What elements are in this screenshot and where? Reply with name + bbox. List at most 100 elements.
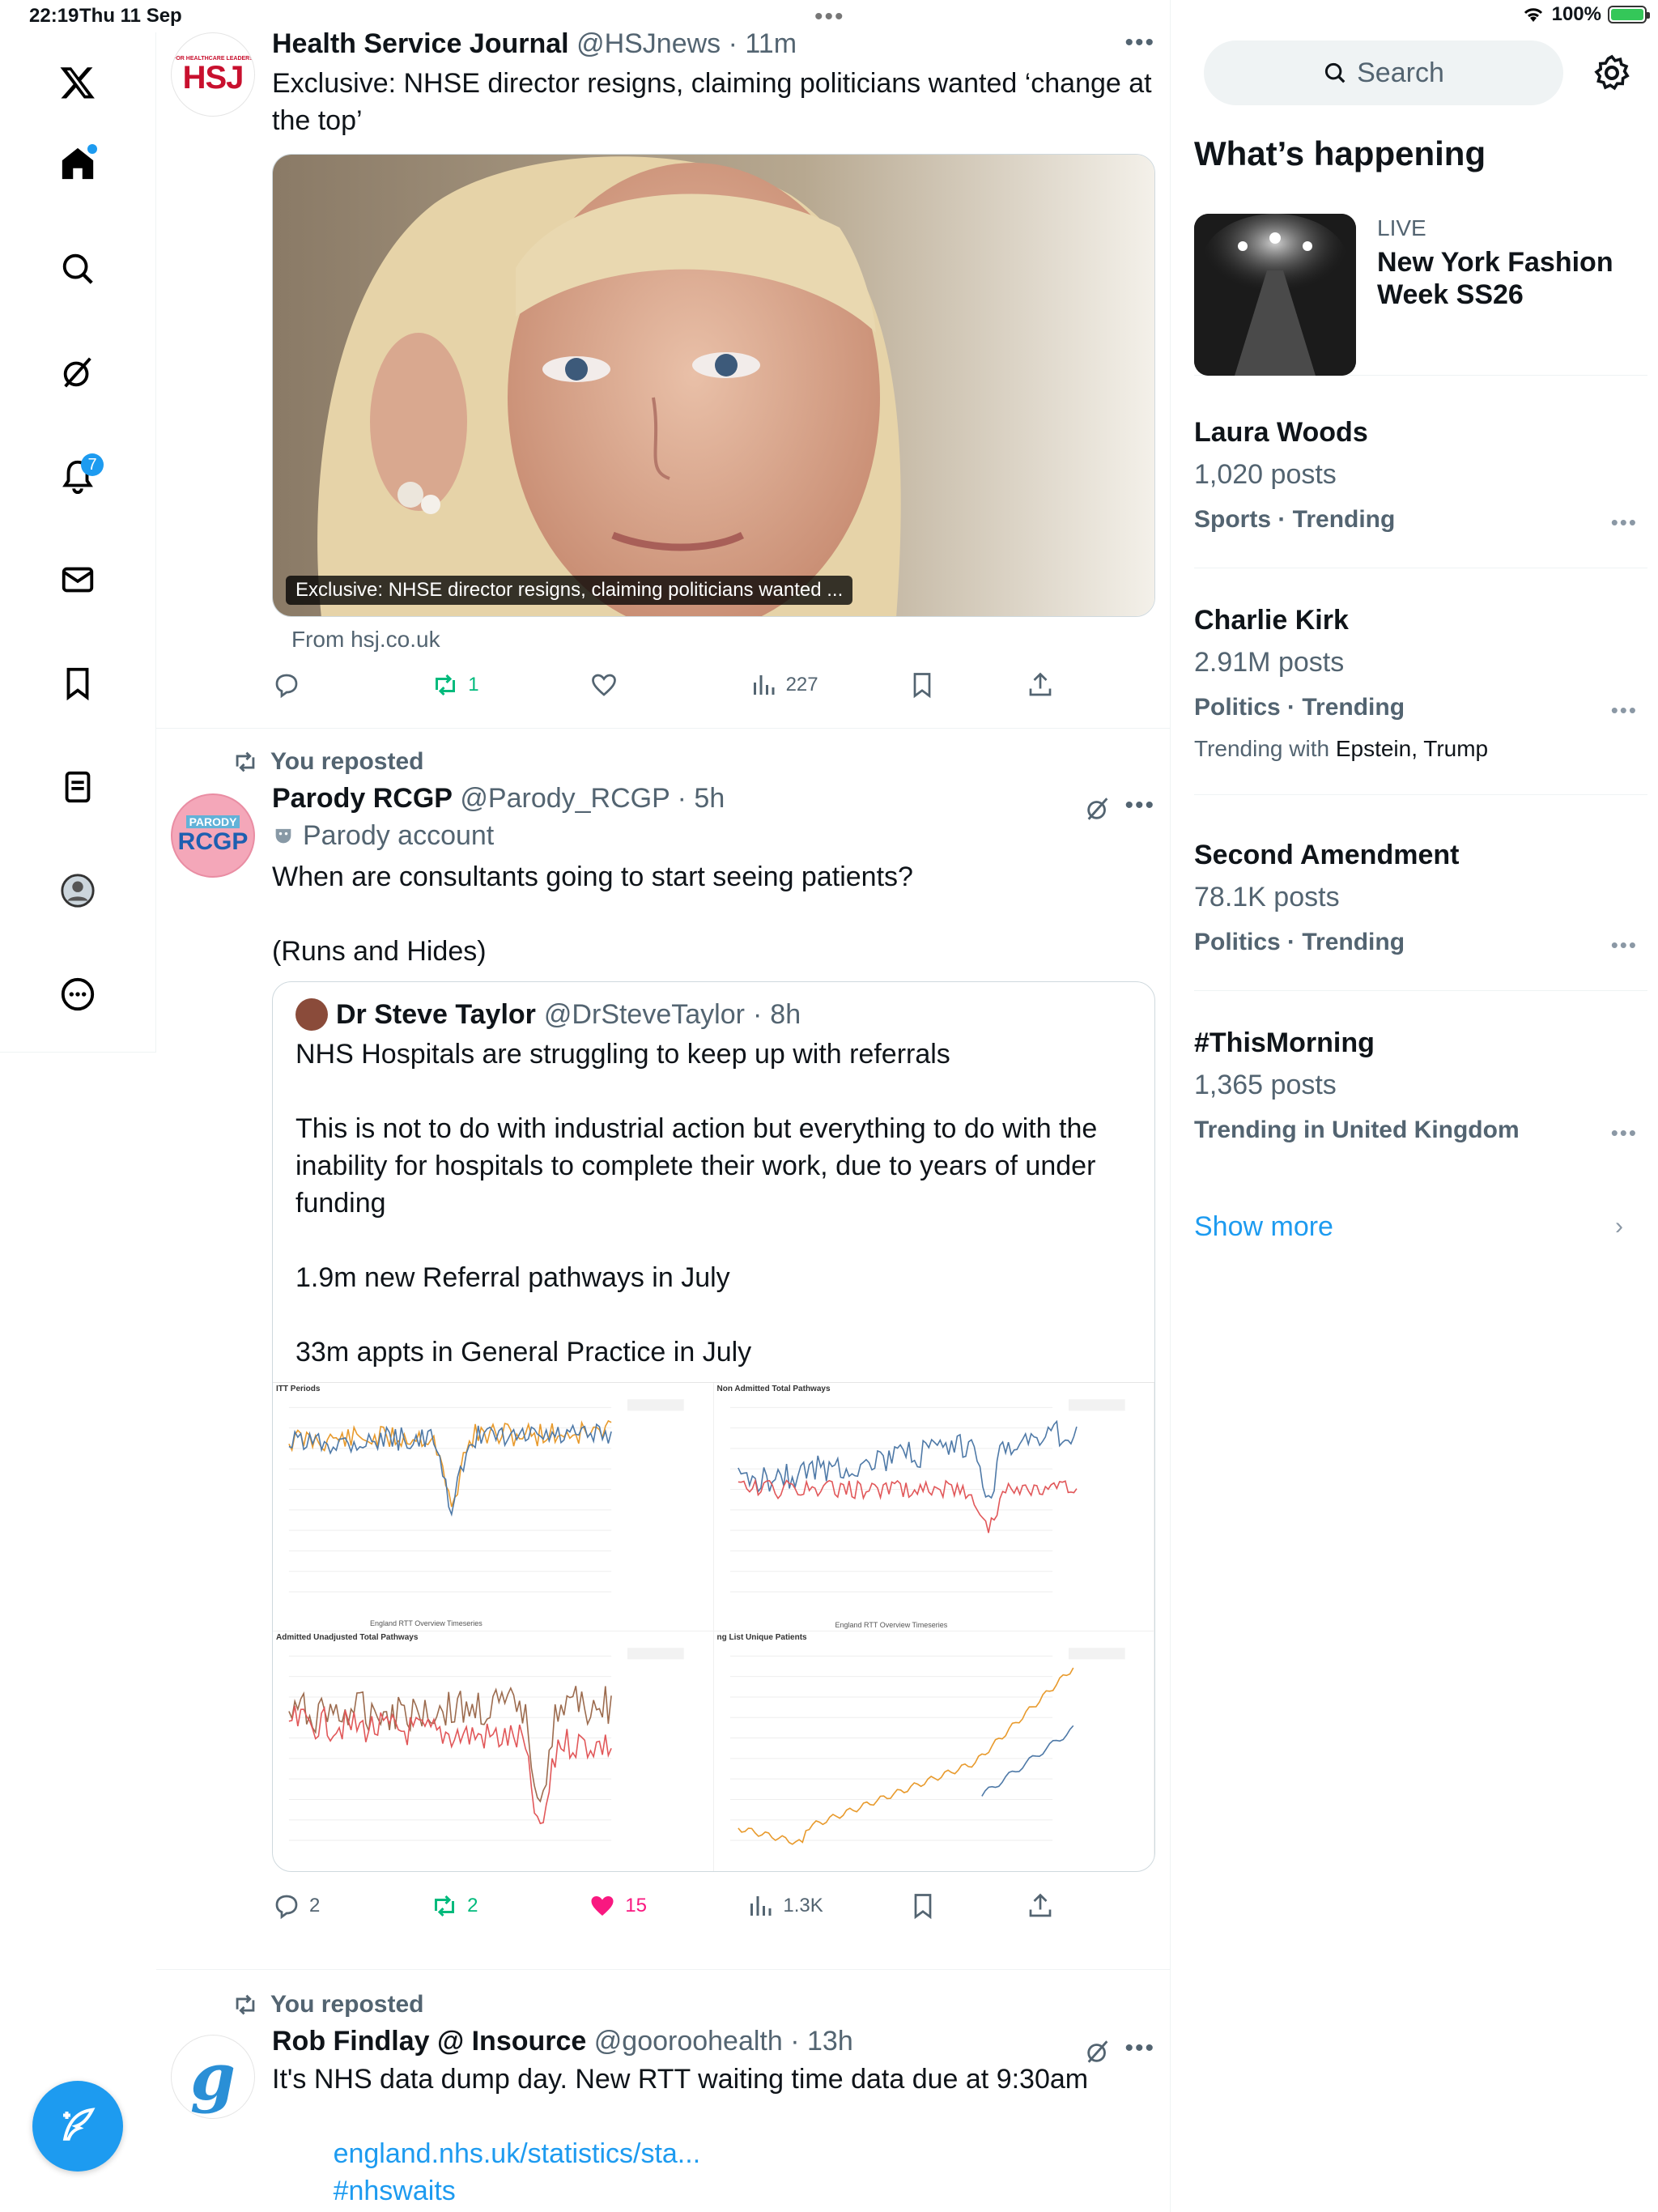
trend-more-icon[interactable]: ••• — [1611, 933, 1638, 958]
bookmark-button[interactable] — [908, 670, 940, 700]
trend-post-count: 78.1K posts — [1194, 882, 1340, 912]
chart-non-admitted: Non Admitted Total Pathways England RTT … — [713, 1383, 1154, 1631]
search-icon — [1325, 62, 1346, 83]
author-handle[interactable]: @Parody_RCGP — [460, 783, 670, 814]
quote-author-avatar — [295, 998, 328, 1031]
trend-category: Trending in United Kingdom — [1194, 1117, 1520, 1143]
repost-icon — [236, 1994, 255, 2015]
author-handle[interactable]: @HSJnews — [576, 28, 721, 59]
share-button[interactable] — [1026, 670, 1058, 700]
quote-chart-images[interactable]: ITT Periods England RTT Overview Timeser… — [273, 1382, 1154, 1871]
repost-button[interactable]: 1 — [431, 670, 504, 700]
more-options-icon[interactable]: ••• — [1124, 792, 1155, 819]
trend-name: #ThisMorning — [1194, 1027, 1375, 1058]
whats-happening-heading: What’s happening — [1194, 134, 1486, 172]
repost-button[interactable]: 2 — [430, 1891, 503, 1921]
chart-rtt-periods: ITT Periods England RTT Overview Timeser… — [273, 1383, 714, 1631]
author-handle[interactable]: @gooroohealth — [594, 2026, 783, 2057]
show-more-link[interactable]: Show more — [1194, 1211, 1333, 1243]
chart-title: ng List Unique Patients — [716, 1632, 807, 1642]
compose-feather-icon — [62, 2108, 96, 2141]
right-sidebar: Search What’s happening LIVE New York Fa… — [1171, 32, 1658, 2212]
trend-more-icon[interactable]: ••• — [1611, 698, 1638, 723]
messages-envelope-icon[interactable] — [52, 554, 104, 606]
author-name[interactable]: Health Service Journal — [272, 28, 569, 59]
avatar-hsj[interactable]: FOR HEALTHCARE LEADERS HSJ — [171, 32, 255, 117]
reply-button[interactable] — [272, 670, 345, 700]
trend-category: Politics · Trending — [1194, 929, 1405, 955]
trend-name: Charlie Kirk — [1194, 605, 1349, 636]
trending-with-terms[interactable]: Epstein, Trump — [1336, 736, 1488, 761]
post-time[interactable]: 11m — [745, 28, 797, 59]
explore-search-icon[interactable] — [52, 243, 104, 295]
trend-category: Sports · Trending — [1194, 506, 1396, 533]
chart-footer: England RTT Overview Timeseries — [370, 1619, 483, 1627]
tweet[interactable]: You reposted PARODY RCGP ••• Parody RCGP… — [156, 729, 1170, 1970]
bookmark-button[interactable] — [908, 1891, 941, 1921]
reply-button[interactable]: 2 — [272, 1891, 345, 1921]
tweet[interactable]: You reposted g ••• Rob Findlay @ Insourc… — [156, 1970, 1170, 2212]
trend-more-icon[interactable]: ••• — [1611, 1121, 1638, 1146]
trend-more-icon[interactable]: ••• — [1611, 510, 1638, 535]
quote-author-name: Dr Steve Taylor — [336, 998, 536, 1030]
trend-name: Laura Woods — [1194, 417, 1368, 448]
trend-item[interactable]: Second Amendment 78.1K posts Politics · … — [1194, 836, 1647, 991]
trend-post-count: 1,365 posts — [1194, 1070, 1337, 1100]
tweet-link[interactable]: england.nhs.uk/statistics/sta... — [334, 2138, 701, 2169]
quoted-tweet[interactable]: Dr Steve Taylor @DrSteveTaylor · 8h NHS Ho… — [272, 981, 1155, 1872]
trend-live-event[interactable]: LIVE New York Fashion Week SS26 — [1194, 214, 1647, 376]
avatar-parody-rcgp[interactable]: PARODY RCGP — [171, 793, 255, 878]
share-button[interactable] — [1026, 1891, 1058, 1921]
hashtag-link[interactable]: #nhswaits — [334, 2176, 456, 2206]
x-logo-icon[interactable] — [52, 57, 104, 108]
author-name[interactable]: Rob Findlay @ Insource — [272, 2026, 586, 2057]
lists-icon[interactable] — [52, 761, 104, 813]
trend-item[interactable]: Charlie Kirk 2.91M posts Politics · Tren… — [1194, 601, 1647, 795]
theater-mask-icon — [275, 828, 291, 844]
search-placeholder: Search — [1357, 57, 1444, 88]
search-bar[interactable]: Search — [1204, 40, 1563, 105]
home-icon[interactable] — [52, 138, 104, 189]
views-button[interactable]: 227 — [749, 670, 822, 700]
reply-icon — [275, 1895, 298, 1920]
link-card-image[interactable]: Exclusive: NHSE director resigns, claimi… — [272, 154, 1155, 617]
post-time[interactable]: 13h — [807, 2026, 853, 2057]
grok-explain-icon[interactable] — [1084, 795, 1112, 827]
card-caption: Exclusive: NHSE director resigns, claimi… — [286, 576, 853, 605]
timeline-feed: FOR HEALTHCARE LEADERS HSJ ••• Health Se… — [156, 0, 1171, 2212]
tweet[interactable]: FOR HEALTHCARE LEADERS HSJ ••• Health Se… — [156, 0, 1170, 729]
like-button[interactable]: 15 — [588, 1891, 661, 1921]
chart-title: ITT Periods — [276, 1385, 321, 1393]
notifications-bell-icon[interactable]: 7 — [52, 450, 104, 502]
chart-footer: England RTT Overview Timeseries — [835, 1620, 948, 1629]
repost-icon — [236, 751, 255, 772]
quote-text: NHS Hospitals are struggling to keep up … — [295, 1039, 1098, 1368]
left-navigation: 7 — [0, 32, 156, 1053]
grok-icon[interactable] — [52, 347, 104, 398]
trend-item[interactable]: #ThisMorning 1,365 posts Trending in Uni… — [1194, 1023, 1647, 1169]
reply-icon — [275, 674, 298, 699]
more-options-icon[interactable]: ••• — [1124, 2035, 1155, 2062]
bookmark-icon — [913, 673, 931, 699]
post-time[interactable]: 5h — [694, 783, 725, 814]
author-name[interactable]: Parody RCGP — [272, 783, 453, 814]
profile-avatar-icon[interactable] — [52, 865, 104, 917]
avatar-logo-text: HSJ — [182, 59, 244, 96]
bookmarks-icon[interactable] — [52, 657, 104, 709]
repost-count: 2 — [467, 1895, 478, 1916]
compose-post-button[interactable] — [32, 2081, 123, 2172]
views-button[interactable]: 1.3K — [746, 1891, 823, 1921]
card-source[interactable]: From hsj.co.uk — [291, 627, 1155, 653]
grok-explain-icon[interactable] — [1084, 2038, 1112, 2069]
live-label: LIVE — [1377, 215, 1426, 240]
more-options-icon[interactable] — [52, 968, 104, 1020]
repost-label: You reposted — [270, 748, 424, 775]
more-options-icon[interactable]: ••• — [1124, 29, 1155, 57]
trend-item[interactable]: Laura Woods 1,020 posts Sports · Trendin… — [1194, 413, 1647, 568]
chart-title: Non Admitted Total Pathways — [716, 1385, 831, 1393]
avatar-gooroo[interactable]: g — [171, 2035, 255, 2119]
quote-post-time: 8h — [770, 998, 801, 1030]
repost-icon — [435, 1895, 455, 1917]
like-button[interactable] — [589, 670, 662, 700]
settings-gear-icon[interactable] — [1592, 53, 1631, 92]
